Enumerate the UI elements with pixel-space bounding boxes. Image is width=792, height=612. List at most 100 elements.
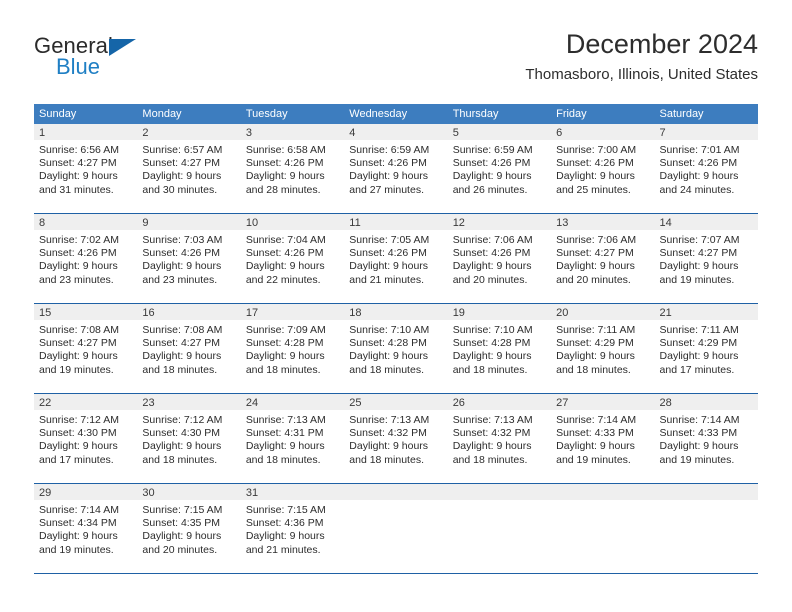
day-details: Sunrise: 7:00 AM Sunset: 4:26 PM Daylight:… — [551, 140, 654, 197]
calendar-day-cell[interactable]: 4 Sunrise: 6:59 AM Sunset: 4:26 PM Daylight… — [344, 124, 448, 213]
daylight-text-line2: and 20 minutes. — [142, 543, 218, 556]
calendar-day-cell[interactable]: 9 Sunrise: 7:03 AM Sunset: 4:26 PM Daylight… — [137, 214, 241, 303]
calendar-day-cell[interactable]: 1 Sunrise: 6:56 AM Sunset: 4:27 PM Daylight… — [34, 124, 138, 213]
day-details: Sunrise: 7:08 AM Sunset: 4:27 PM Daylight:… — [34, 320, 137, 377]
daylight-text-line2: and 18 minutes. — [142, 453, 218, 466]
calendar-day-cell[interactable]: 30 Sunrise: 7:15 AM Sunset: 4:35 PM Dayligh… — [137, 484, 241, 573]
sunrise-text: Sunrise: 7:07 AM — [659, 234, 740, 246]
location-subtitle: Thomasboro, Illinois, United States — [525, 66, 758, 83]
sunrise-text: Sunrise: 7:14 AM — [556, 414, 637, 426]
daylight-text-line1: Daylight: 9 hours — [142, 530, 222, 543]
daylight-text-line2: and 19 minutes. — [659, 273, 735, 286]
daylight-text-line1: Daylight: 9 hours — [39, 440, 118, 453]
day-number: 17 — [240, 304, 345, 320]
day-details: Sunrise: 7:10 AM Sunset: 4:28 PM Daylight:… — [344, 320, 447, 377]
daylight-text-line2: and 30 minutes. — [142, 183, 218, 196]
weekday-header-sunday: Sunday — [39, 108, 77, 120]
calendar-day-cell[interactable]: 7 Sunrise: 7:01 AM Sunset: 4:26 PM Daylight… — [654, 124, 758, 213]
daylight-text-line1: Daylight: 9 hours — [659, 260, 739, 273]
daylight-text-line1: Daylight: 9 hours — [349, 170, 429, 183]
calendar-day-cell[interactable]: 6 Sunrise: 7:00 AM Sunset: 4:26 PM Daylight… — [551, 124, 655, 213]
calendar-day-cell-empty — [654, 484, 758, 573]
daylight-text-line1: Daylight: 9 hours — [452, 260, 532, 273]
calendar-day-cell[interactable]: 31 Sunrise: 7:15 AM Sunset: 4:36 PM Dayligh… — [240, 484, 345, 573]
day-number: 16 — [137, 304, 241, 320]
calendar-day-cell[interactable]: 16 Sunrise: 7:08 AM Sunset: 4:27 PM Dayligh… — [137, 304, 241, 393]
day-details: Sunrise: 7:13 AM Sunset: 4:32 PM Daylight:… — [344, 410, 447, 467]
day-details: Sunrise: 7:03 AM Sunset: 4:26 PM Daylight:… — [137, 230, 240, 287]
day-number: 28 — [654, 394, 758, 410]
day-details: Sunrise: 7:08 AM Sunset: 4:27 PM Daylight:… — [137, 320, 240, 377]
sunset-text: Sunset: 4:36 PM — [245, 517, 324, 530]
daylight-text-line1: Daylight: 9 hours — [245, 440, 325, 453]
grid-bottom-rule — [34, 573, 758, 574]
daylight-text-line1: Daylight: 9 hours — [349, 260, 429, 273]
calendar-day-cell[interactable]: 10 Sunrise: 7:04 AM Sunset: 4:26 PM Dayligh… — [240, 214, 345, 303]
calendar-day-cell[interactable]: 24 Sunrise: 7:13 AM Sunset: 4:31 PM Dayligh… — [240, 394, 345, 483]
daylight-text-line2: and 19 minutes. — [556, 453, 631, 466]
day-number: 22 — [34, 394, 138, 410]
calendar-day-cell[interactable]: 3 Sunrise: 6:58 AM Sunset: 4:26 PM Daylight… — [240, 124, 345, 213]
daylight-text-line1: Daylight: 9 hours — [142, 440, 222, 453]
calendar-day-cell[interactable]: 13 Sunrise: 7:06 AM Sunset: 4:27 PM Dayligh… — [551, 214, 655, 303]
day-number — [447, 484, 552, 500]
daylight-text-line1: Daylight: 9 hours — [39, 530, 118, 543]
calendar-day-cell[interactable]: 29 Sunrise: 7:14 AM Sunset: 4:34 PM Dayligh… — [34, 484, 138, 573]
daylight-text-line2: and 17 minutes. — [659, 363, 735, 376]
calendar-grid: Sunday Monday Tuesday Wednesday Thursday Frid… — [34, 104, 758, 574]
sunset-text: Sunset: 4:29 PM — [659, 337, 738, 350]
sunrise-text: Sunrise: 6:57 AM — [142, 144, 223, 156]
sunset-text: Sunset: 4:33 PM — [556, 427, 634, 440]
daylight-text-line2: and 23 minutes. — [39, 273, 114, 286]
calendar-day-cell[interactable]: 12 Sunrise: 7:06 AM Sunset: 4:26 PM Dayligh… — [447, 214, 552, 303]
calendar-day-cell[interactable]: 8 Sunrise: 7:02 AM Sunset: 4:26 PM Daylight… — [34, 214, 138, 303]
general-blue-logo[interactable]: General Blue — [34, 33, 214, 85]
sunset-text: Sunset: 4:26 PM — [452, 157, 531, 170]
calendar-day-cell[interactable]: 2 Sunrise: 6:57 AM Sunset: 4:27 PM Daylight… — [137, 124, 241, 213]
day-details: Sunrise: 7:05 AM Sunset: 4:26 PM Daylight:… — [344, 230, 447, 287]
sunset-text: Sunset: 4:32 PM — [349, 427, 427, 440]
daylight-text-line1: Daylight: 9 hours — [245, 530, 325, 543]
sunrise-text: Sunrise: 7:13 AM — [452, 414, 533, 426]
calendar-day-cell[interactable]: 15 Sunrise: 7:08 AM Sunset: 4:27 PM Dayligh… — [34, 304, 138, 393]
calendar-day-cell[interactable]: 11 Sunrise: 7:05 AM Sunset: 4:26 PM Dayligh… — [344, 214, 448, 303]
sunset-text: Sunset: 4:35 PM — [142, 517, 221, 530]
calendar-day-cell[interactable]: 25 Sunrise: 7:13 AM Sunset: 4:32 PM Dayligh… — [344, 394, 448, 483]
day-number: 18 — [344, 304, 448, 320]
calendar-day-cell[interactable]: 21 Sunrise: 7:11 AM Sunset: 4:29 PM Dayligh… — [654, 304, 758, 393]
daylight-text-line1: Daylight: 9 hours — [556, 260, 635, 273]
day-details: Sunrise: 7:14 AM Sunset: 4:33 PM Daylight:… — [655, 410, 758, 467]
daylight-text-line2: and 28 minutes. — [245, 183, 321, 196]
daylight-text-line2: and 18 minutes. — [556, 363, 631, 376]
day-details: Sunrise: 7:04 AM Sunset: 4:26 PM Daylight:… — [241, 230, 344, 287]
calendar-day-cell[interactable]: 26 Sunrise: 7:13 AM Sunset: 4:32 PM Dayligh… — [447, 394, 552, 483]
day-details: Sunrise: 7:12 AM Sunset: 4:30 PM Daylight:… — [34, 410, 137, 467]
calendar-day-cell[interactable]: 27 Sunrise: 7:14 AM Sunset: 4:33 PM Dayligh… — [551, 394, 655, 483]
calendar-day-cell[interactable]: 17 Sunrise: 7:09 AM Sunset: 4:28 PM Dayligh… — [240, 304, 345, 393]
daylight-text-line2: and 23 minutes. — [142, 273, 218, 286]
sunrise-text: Sunrise: 7:08 AM — [142, 324, 223, 336]
calendar-day-cell[interactable]: 19 Sunrise: 7:10 AM Sunset: 4:28 PM Dayligh… — [447, 304, 552, 393]
day-number: 20 — [551, 304, 655, 320]
calendar-day-cell[interactable]: 18 Sunrise: 7:10 AM Sunset: 4:28 PM Dayligh… — [344, 304, 448, 393]
calendar-day-cell[interactable]: 22 Sunrise: 7:12 AM Sunset: 4:30 PM Dayligh… — [34, 394, 138, 483]
daylight-text-line1: Daylight: 9 hours — [659, 170, 739, 183]
sunset-text: Sunset: 4:27 PM — [39, 157, 117, 170]
calendar-day-cell[interactable]: 28 Sunrise: 7:14 AM Sunset: 4:33 PM Dayligh… — [654, 394, 758, 483]
calendar-day-cell[interactable]: 5 Sunrise: 6:59 AM Sunset: 4:26 PM Daylight… — [447, 124, 552, 213]
calendar-week-row: 1 Sunrise: 6:56 AM Sunset: 4:27 PM Daylight… — [34, 124, 758, 213]
day-number: 7 — [654, 124, 758, 140]
day-details: Sunrise: 7:13 AM Sunset: 4:32 PM Daylight:… — [448, 410, 551, 467]
sunrise-text: Sunrise: 7:06 AM — [452, 234, 533, 246]
title-block: December 2024 Thomasboro, Illinois, Unit… — [525, 28, 758, 84]
daylight-text-line1: Daylight: 9 hours — [659, 440, 739, 453]
sunset-text: Sunset: 4:34 PM — [39, 517, 117, 530]
calendar-day-cell[interactable]: 23 Sunrise: 7:12 AM Sunset: 4:30 PM Dayligh… — [137, 394, 241, 483]
calendar-day-cell[interactable]: 20 Sunrise: 7:11 AM Sunset: 4:29 PM Dayligh… — [551, 304, 655, 393]
day-number: 26 — [447, 394, 552, 410]
daylight-text-line2: and 26 minutes. — [452, 183, 528, 196]
sunrise-text: Sunrise: 7:14 AM — [39, 504, 119, 516]
calendar-day-cell[interactable]: 14 Sunrise: 7:07 AM Sunset: 4:27 PM Dayligh… — [654, 214, 758, 303]
sunrise-text: Sunrise: 7:15 AM — [142, 504, 223, 516]
day-details: Sunrise: 7:13 AM Sunset: 4:31 PM Daylight:… — [241, 410, 344, 467]
